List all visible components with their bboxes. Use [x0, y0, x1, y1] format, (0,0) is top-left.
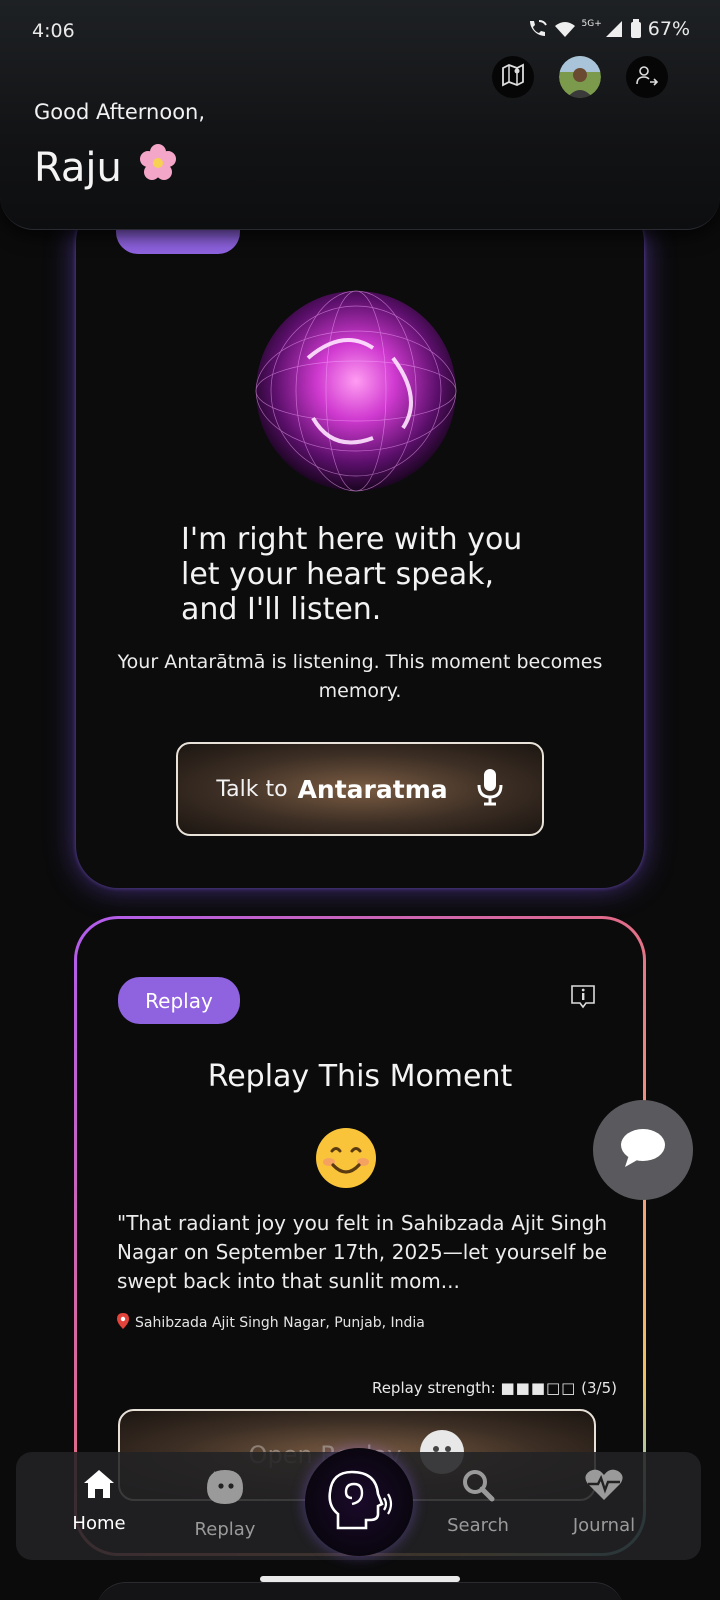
replay-strength: Replay strength: ■■■□□ (3/5)	[372, 1379, 617, 1397]
replay-location-text: Sahibzada Ajit Singh Nagar, Punjab, Indi…	[135, 1315, 425, 1331]
network-type: 5G+	[581, 19, 602, 29]
replay-location: Sahibzada Ajit Singh Nagar, Punjab, Indi…	[117, 1313, 425, 1333]
battery-icon	[630, 19, 642, 39]
nav-label-search: Search	[447, 1515, 509, 1536]
replay-tag: Replay	[118, 977, 240, 1024]
nav-item-home[interactable]: Home	[44, 1468, 154, 1534]
listen-heading-line-3: and I'll listen.	[181, 592, 382, 627]
talk-button-prefix: Talk to	[216, 776, 288, 802]
signal-icon	[604, 20, 624, 38]
nav-item-search[interactable]: Search	[423, 1468, 533, 1536]
listen-subtitle: Your Antarātmā is listening. This moment…	[117, 651, 603, 702]
heart-pulse-icon	[584, 1469, 624, 1507]
logout-icon	[635, 63, 659, 91]
wifi-call-icon	[526, 19, 548, 39]
microphone-icon	[476, 767, 504, 811]
wifi-icon	[554, 20, 576, 38]
user-name: Raju	[34, 145, 122, 191]
talk-to-antaratma-button[interactable]: Talk to Antaratma	[176, 742, 544, 836]
status-bar: 4:06 5G+ 67%	[0, 0, 720, 62]
replay-strength-text: (3/5)	[581, 1379, 617, 1397]
listen-heading-line-1: I'm right here with you	[181, 522, 523, 557]
battery-percent: 67%	[647, 18, 690, 40]
listen-heading-line-2: let your heart speak,	[181, 557, 494, 592]
antaratma-listen-card: I'm right here with you let your heart s…	[76, 200, 644, 888]
pin-icon	[117, 1313, 129, 1333]
flower-icon	[138, 143, 178, 193]
replay-strength-meter: ■■■□□	[500, 1379, 577, 1397]
greeting-text: Good Afternoon,	[34, 100, 206, 124]
search-icon	[461, 1470, 495, 1507]
info-icon[interactable]	[570, 983, 596, 1013]
nav-label-journal: Journal	[572, 1515, 636, 1536]
home-indicator[interactable]	[260, 1576, 460, 1582]
nav-item-journal[interactable]: Journal	[549, 1468, 659, 1536]
antaratma-orb-image	[253, 288, 459, 494]
chat-bubble-icon	[619, 1127, 667, 1173]
logout-button[interactable]	[626, 56, 668, 98]
antaratma-center-button[interactable]	[305, 1448, 413, 1556]
map-button[interactable]	[492, 56, 534, 98]
replay-face-icon	[205, 1470, 245, 1511]
user-name-row: Raju	[34, 143, 178, 193]
nav-item-replay[interactable]: Replay	[170, 1468, 280, 1540]
replay-strength-label: Replay strength:	[371, 1379, 496, 1397]
profile-avatar[interactable]	[559, 56, 601, 98]
status-icons: 5G+ 67%	[526, 18, 690, 40]
map-icon	[500, 62, 526, 92]
nav-label-home: Home	[72, 1513, 126, 1534]
next-card-peek	[96, 1582, 624, 1600]
chat-fab-button[interactable]	[593, 1100, 693, 1200]
talk-button-name: Antaratma	[297, 774, 448, 804]
replay-quote: "That radiant joy you felt in Sahibzada …	[117, 1211, 607, 1293]
bottom-navigation: Home Replay Search Journal	[16, 1448, 701, 1560]
replay-title: Replay This Moment	[207, 1059, 513, 1094]
status-time: 4:06	[32, 20, 75, 42]
home-icon	[82, 1470, 116, 1505]
listen-heading: I'm right here with you let your heart s…	[181, 522, 522, 627]
head-voice-icon	[324, 1468, 394, 1536]
smiling-face-emoji	[315, 1127, 377, 1189]
nav-label-replay: Replay	[194, 1519, 256, 1540]
